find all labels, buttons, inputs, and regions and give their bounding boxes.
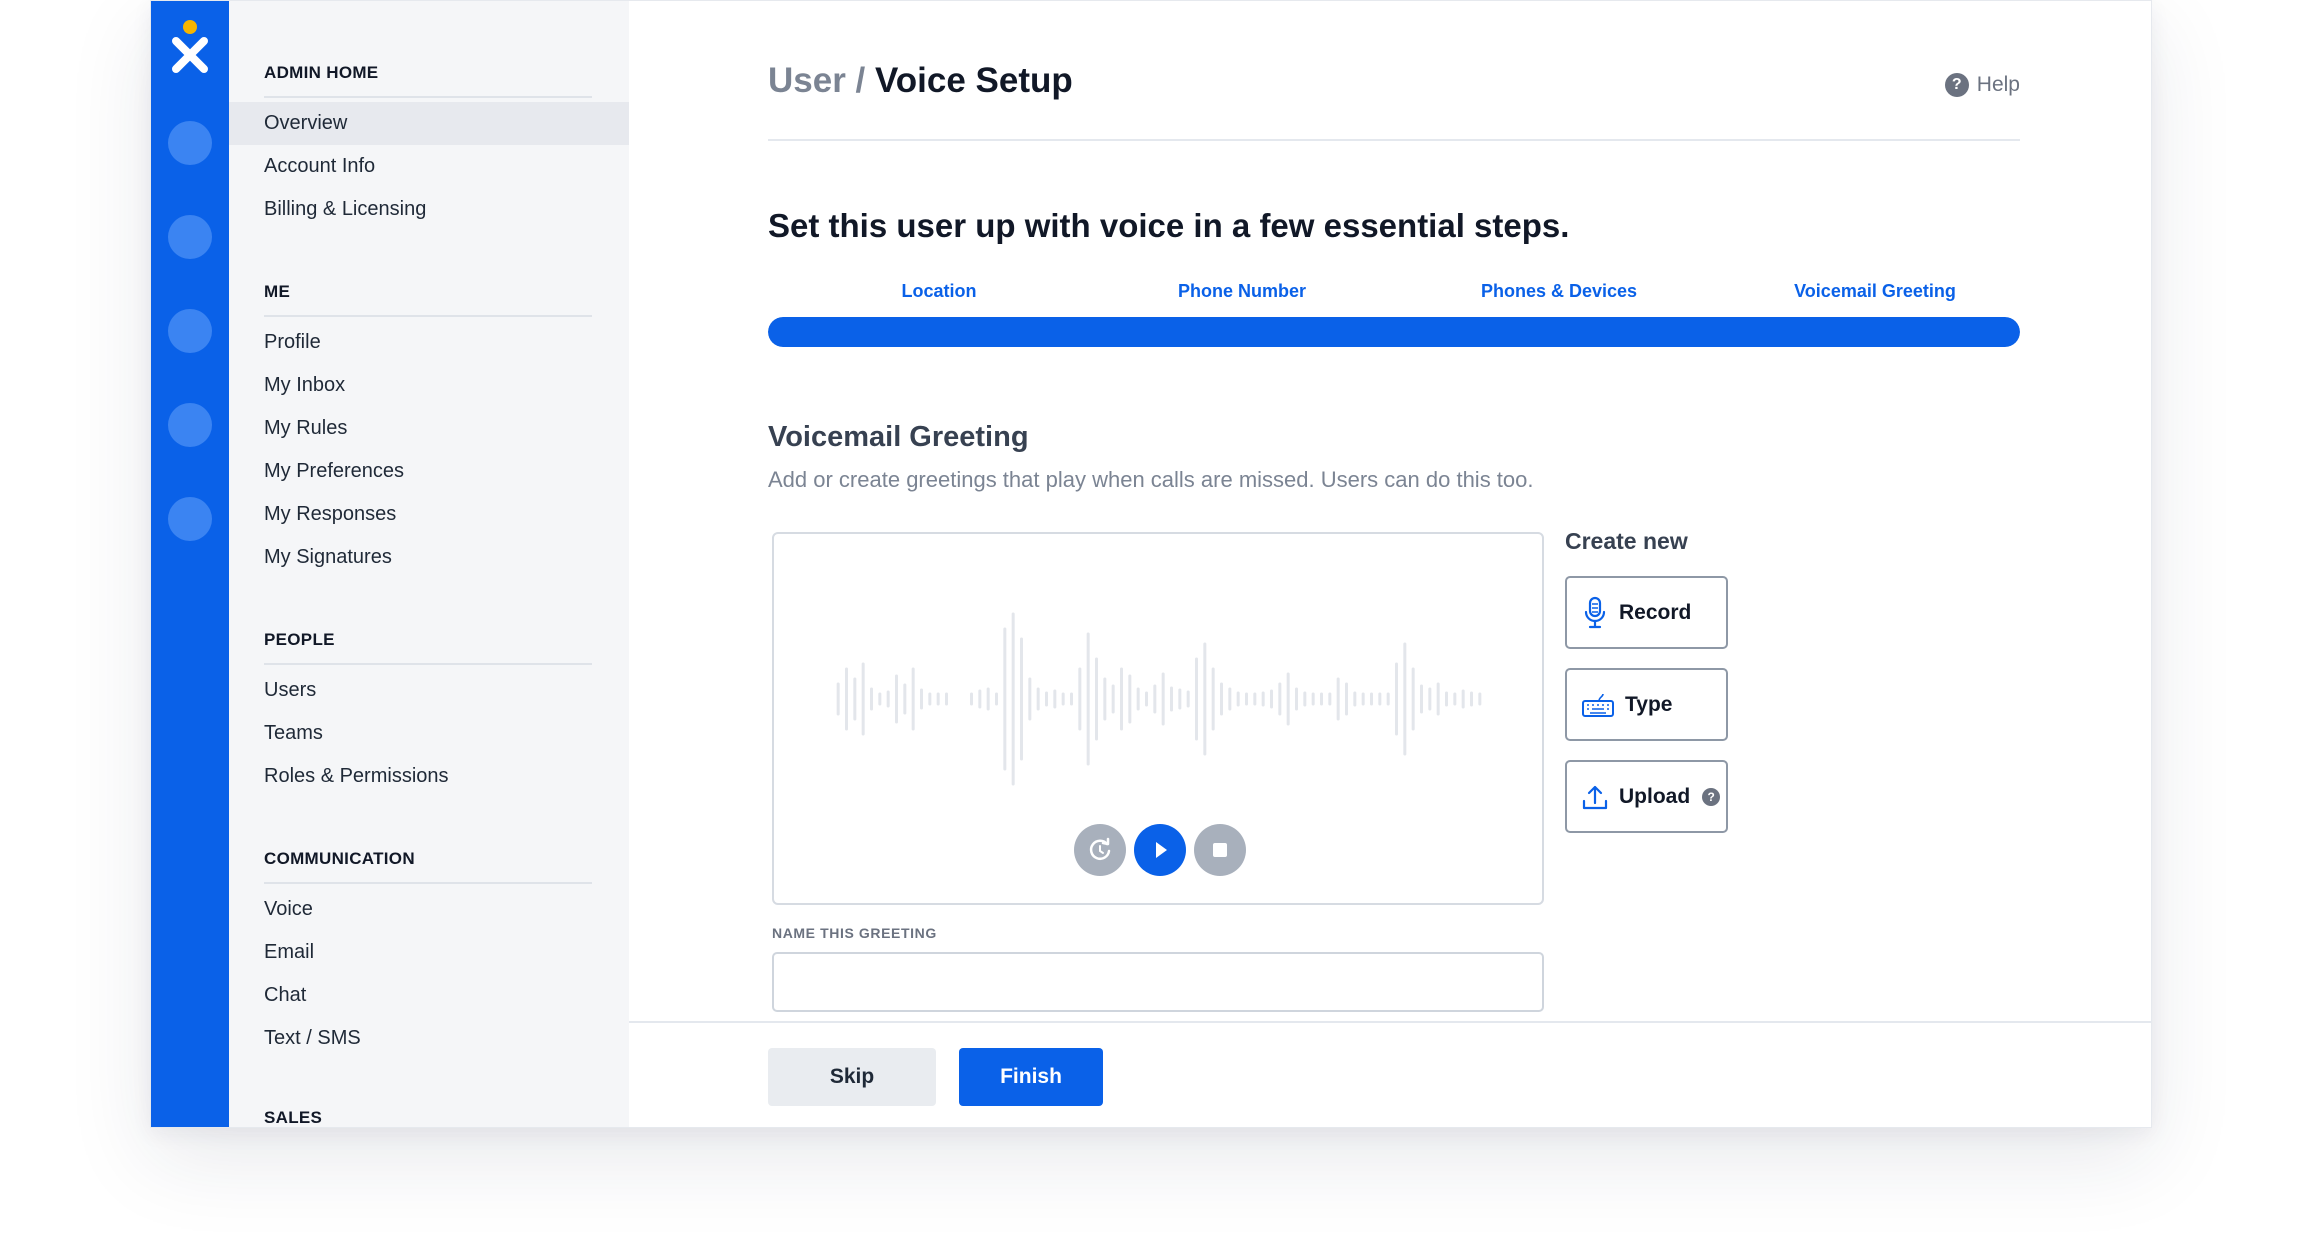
record-button[interactable]: Record — [1565, 576, 1728, 649]
help-icon: ? — [1944, 73, 1969, 97]
rail-nav-icon[interactable] — [168, 309, 212, 353]
sidebar-section-title: ADMIN HOME — [264, 63, 592, 98]
greeting-player — [772, 532, 1544, 905]
section-title: Voicemail Greeting — [768, 421, 1029, 453]
rail-nav-icon[interactable] — [168, 215, 212, 259]
step-voicemail-greeting[interactable]: Voicemail Greeting — [1794, 281, 1956, 302]
step-phone-number[interactable]: Phone Number — [1178, 281, 1306, 302]
sidebar-section-title: PEOPLE — [264, 630, 592, 665]
sidebar-item-my-responses[interactable]: My Responses — [229, 493, 629, 536]
sidebar-section-sales: SALES — [229, 1108, 629, 1127]
sidebar-section-people: PEOPLE Users Teams Roles & Permissions — [229, 630, 629, 798]
step-phones-devices[interactable]: Phones & Devices — [1481, 281, 1637, 302]
app-window: ADMIN HOME Overview Account Info Billing… — [150, 0, 2152, 1128]
sidebar-item-my-preferences[interactable]: My Preferences — [229, 450, 629, 493]
upload-help-icon[interactable]: ? — [1702, 787, 1721, 806]
greeting-name-input[interactable] — [772, 952, 1544, 1012]
help-link[interactable]: ? Help — [1944, 73, 2020, 97]
keyboard-icon — [1582, 693, 1614, 717]
sidebar-item-overview[interactable]: Overview — [229, 102, 629, 145]
rail-nav-icon[interactable] — [168, 497, 212, 541]
microphone-icon — [1584, 596, 1606, 628]
sidebar-section-me: ME Profile My Inbox My Rules My Preferen… — [229, 282, 629, 579]
admin-sidebar: ADMIN HOME Overview Account Info Billing… — [229, 1, 629, 1127]
sidebar-item-email[interactable]: Email — [229, 931, 629, 974]
help-label: Help — [1976, 73, 2020, 96]
waveform-graphic — [836, 612, 1482, 786]
setup-steps: Location Phone Number Phones & Devices V… — [768, 281, 2020, 307]
upload-label: Upload — [1619, 784, 1691, 808]
sidebar-section-title: SALES — [264, 1108, 323, 1127]
sidebar-item-chat[interactable]: Chat — [229, 974, 629, 1017]
breadcrumb[interactable]: User / — [768, 61, 865, 100]
page-header: User / Voice Setup ? Help — [768, 61, 2020, 141]
sidebar-item-my-inbox[interactable]: My Inbox — [229, 364, 629, 407]
record-label: Record — [1619, 600, 1692, 624]
setup-progress-fill — [768, 317, 2020, 347]
setup-intro-heading: Set this user up with voice in a few ess… — [768, 207, 1570, 244]
sidebar-section-admin-home: ADMIN HOME Overview Account Info Billing… — [229, 63, 629, 231]
sidebar-item-roles-permissions[interactable]: Roles & Permissions — [229, 755, 629, 798]
step-location[interactable]: Location — [902, 281, 977, 302]
sidebar-item-text-sms[interactable]: Text / SMS — [229, 1017, 629, 1060]
type-label: Type — [1625, 692, 1673, 716]
sidebar-item-profile[interactable]: Profile — [229, 321, 629, 364]
sidebar-section-title: COMMUNICATION — [264, 849, 592, 884]
icon-rail — [151, 1, 229, 1127]
sidebar-section-communication: COMMUNICATION Voice Email Chat Text / SM… — [229, 849, 629, 1060]
stop-button[interactable] — [1194, 824, 1246, 876]
replay-button[interactable] — [1074, 824, 1126, 876]
playback-controls — [1074, 824, 1246, 876]
sidebar-item-voice[interactable]: Voice — [229, 888, 629, 931]
main-content: User / Voice Setup ? Help Set this user … — [629, 1, 2151, 1127]
page-title-text: Voice Setup — [875, 61, 1073, 100]
finish-button[interactable]: Finish — [959, 1048, 1103, 1106]
sidebar-item-account-info[interactable]: Account Info — [229, 145, 629, 188]
upload-button[interactable]: Upload ? — [1565, 760, 1728, 833]
sidebar-section-title: ME — [264, 282, 592, 317]
page-title: User / Voice Setup — [768, 61, 1073, 101]
sidebar-item-teams[interactable]: Teams — [229, 712, 629, 755]
setup-progress-bar — [768, 317, 2020, 347]
sidebar-item-users[interactable]: Users — [229, 669, 629, 712]
skip-button[interactable]: Skip — [768, 1048, 936, 1106]
sidebar-item-billing-licensing[interactable]: Billing & Licensing — [229, 188, 629, 231]
greeting-name-label: NAME THIS GREETING — [772, 925, 937, 941]
upload-icon — [1582, 785, 1608, 809]
play-icon — [1156, 842, 1167, 858]
sidebar-item-my-signatures[interactable]: My Signatures — [229, 536, 629, 579]
rail-nav-icon[interactable] — [168, 403, 212, 447]
create-new-label: Create new — [1565, 528, 1688, 554]
replay-icon — [1089, 837, 1111, 860]
wizard-footer: Skip Finish — [629, 1021, 2151, 1127]
type-button[interactable]: Type — [1565, 668, 1728, 741]
sidebar-item-my-rules[interactable]: My Rules — [229, 407, 629, 450]
section-description: Add or create greetings that play when c… — [768, 467, 1534, 492]
nextiva-logo[interactable] — [167, 17, 213, 77]
rail-nav-icon[interactable] — [168, 121, 212, 165]
play-button[interactable] — [1134, 824, 1186, 876]
stop-icon — [1213, 843, 1227, 857]
